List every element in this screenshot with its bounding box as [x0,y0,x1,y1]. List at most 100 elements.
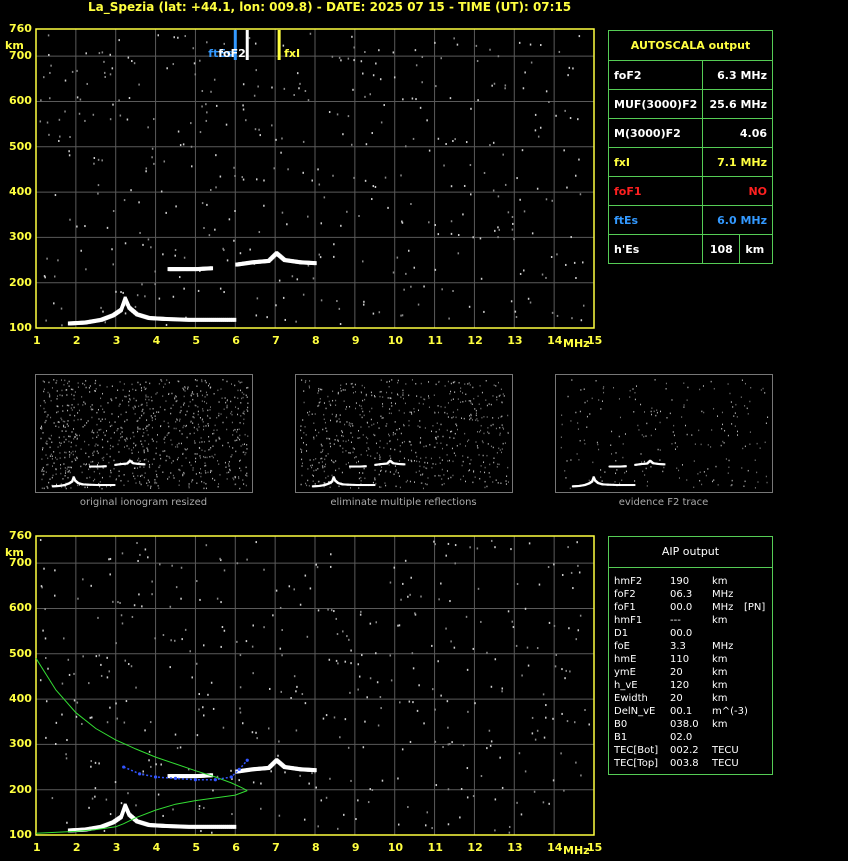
thumbnail-noise-dot [683,406,685,408]
bottom-noise-dot [526,646,529,649]
bottom-noise-dot [45,736,47,739]
bottom-x-tick: 12 [467,841,483,854]
thumbnail-noise-dot [674,442,676,444]
bottom-x-tick: 2 [72,841,81,854]
thumbnail-noise-dot [645,467,647,470]
thumbnail-noise-dot [672,431,674,433]
bottom-noise-dot [171,564,173,567]
bottom-noise-dot [369,788,371,791]
bottom-noise-dot [531,716,534,719]
thumbnail-noise-dot [686,433,688,436]
thumbnail-noise-dot [622,443,624,445]
thumbnail-noise-dot [637,424,639,427]
thumbnail-noise-dot [616,469,618,471]
bottom-noise-dot [575,638,578,641]
aip-name: foF2 [614,589,636,600]
bottom-noise-dot [344,660,347,663]
bottom-noise-dot [119,601,121,604]
thumbnail-noise-dot [601,400,603,402]
bottom-x-tick: 3 [112,841,121,854]
thumbnail-noise-dot [600,408,602,410]
thumbnail-noise-dot [731,479,733,482]
bottom-y-tick: 500 [9,646,32,660]
bottom-noise-dot [434,740,437,743]
thumbnail-noise-dot [657,448,659,451]
aip-name: B0 [614,719,628,730]
bottom-noise-dot [402,582,404,585]
bottom-noise-dot [108,670,111,673]
thumbnail-noise-dot [721,411,723,414]
bottom-noise-dot [560,752,562,755]
aip-unit: km [712,693,728,704]
bottom-noise-dot [230,769,232,772]
bottom-noise-dot [106,676,109,679]
autoscala-row: fxI 7.1 MHz [607,147,773,177]
bottom-noise-dot [251,731,254,734]
thumbnail-noise-dot [629,389,631,392]
bottom-noise-dot [488,729,491,732]
bottom-noise-dot [379,696,382,699]
thumbnail-trace-point [624,465,627,468]
thumbnail-noise-dot [754,487,756,489]
bottom-ionogram-plot [35,535,595,836]
bottom-noise-dot [339,736,341,739]
thumbnail-noise-dot [727,434,729,437]
thumbnail-noise-dot [715,465,717,468]
bottom-noise-dot [516,801,518,804]
bottom-noise-dot [114,781,117,784]
thumbnail-noise-dot [764,392,766,394]
thumbnail-noise-dot [683,382,685,384]
bottom-noise-dot [579,614,582,617]
bottom-noise-dot [543,736,546,739]
thumbnail-noise-dot [646,422,648,425]
thumbnail-noise-dot [601,480,603,482]
thumbnail-noise-dot [676,467,678,469]
thumbnail-noise-dot [618,435,620,438]
bottom-noise-dot [533,790,536,793]
bottom-noise-dot [109,557,112,560]
bottom-noise-dot [357,799,359,802]
autoscala-title: AUTOSCALA output [608,30,773,61]
bottom-noise-dot [545,716,547,719]
aip-title: AIP output [609,537,772,568]
bottom-noise-dot [162,814,164,817]
bottom-noise-dot [568,627,570,630]
thumbnail-noise-dot [681,416,683,418]
bottom-profile-line [35,658,248,792]
bottom-noise-dot [445,554,447,557]
bottom-noise-dot [515,644,518,647]
thumbnail-noise-dot [640,453,642,455]
bottom-y-tick: 600 [9,601,32,615]
thumbnail-noise-dot [762,387,764,390]
thumbnail-noise-dot [725,458,727,460]
autoscala-value: 108 [702,234,741,264]
thumbnail-noise-dot [645,435,647,437]
bottom-noise-dot [94,761,97,764]
thumbnail-noise-dot [707,444,709,446]
bottom-noise-dot [255,541,257,544]
bottom-noise-dot [109,813,112,816]
thumbnail-noise-dot [754,459,756,461]
bottom-noise-dot [252,624,254,627]
bottom-noise-dot [241,722,244,725]
bottom-noise-dot [531,732,534,735]
bottom-noise-dot [472,647,475,650]
autoscala-value: NO [702,176,773,206]
bottom-noise-dot [301,693,304,696]
thumbnail-noise-dot [683,404,685,406]
bottom-noise-dot [157,793,160,796]
bottom-noise-dot [47,667,49,670]
autoscala-row: ftEs 6.0 MHz [607,205,773,235]
thumbnail-noise-dot [685,424,687,427]
thumbnail-noise-dot [651,407,653,409]
bottom-trace-point [313,768,317,773]
bottom-noise-dot [552,717,554,720]
bottom-noise-dot [278,740,280,743]
thumbnail-noise-dot [736,430,738,433]
bottom-noise-dot [516,583,519,586]
bottom-noise-dot [389,654,392,657]
bottom-noise-dot [357,688,359,691]
bottom-noise-dot [426,811,429,814]
thumbnail-noise-dot [735,403,737,406]
bottom-noise-dot [133,604,136,607]
